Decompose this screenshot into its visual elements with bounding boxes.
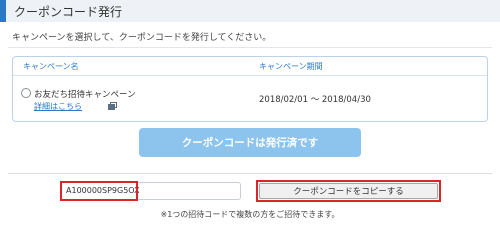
campaign-name: お友だち招待キャンペーン (34, 90, 136, 100)
column-header-period: キャンペーン期間 (259, 62, 323, 71)
campaign-table: キャンペーン名 キャンペーン期間 お友だち招待キャンペーン 詳細はこちら 201… (12, 56, 488, 122)
external-window-icon[interactable] (108, 102, 117, 110)
section-header: クーポンコード発行 (0, 0, 500, 22)
detail-link[interactable]: 詳細はこちら (34, 101, 82, 112)
campaign-radio[interactable] (21, 88, 31, 98)
divider (8, 173, 492, 174)
coupon-issued-button[interactable]: クーポンコードは発行済です (139, 128, 361, 157)
column-header-name: キャンペーン名 (23, 62, 79, 71)
divider (8, 47, 492, 48)
note-text: ※1つの招待コードで複数の方をご招待できます。 (160, 210, 340, 219)
campaign-period: 2018/02/01 ～ 2018/04/30 (259, 95, 371, 105)
code-highlight-box (60, 181, 138, 201)
table-divider (13, 75, 487, 76)
page-title: クーポンコード発行 (14, 4, 123, 19)
instruction-text: キャンペーンを選択して、クーポンコードを発行してください。 (12, 33, 272, 43)
copy-coupon-button[interactable]: クーポンコードをコピーする (259, 183, 438, 199)
